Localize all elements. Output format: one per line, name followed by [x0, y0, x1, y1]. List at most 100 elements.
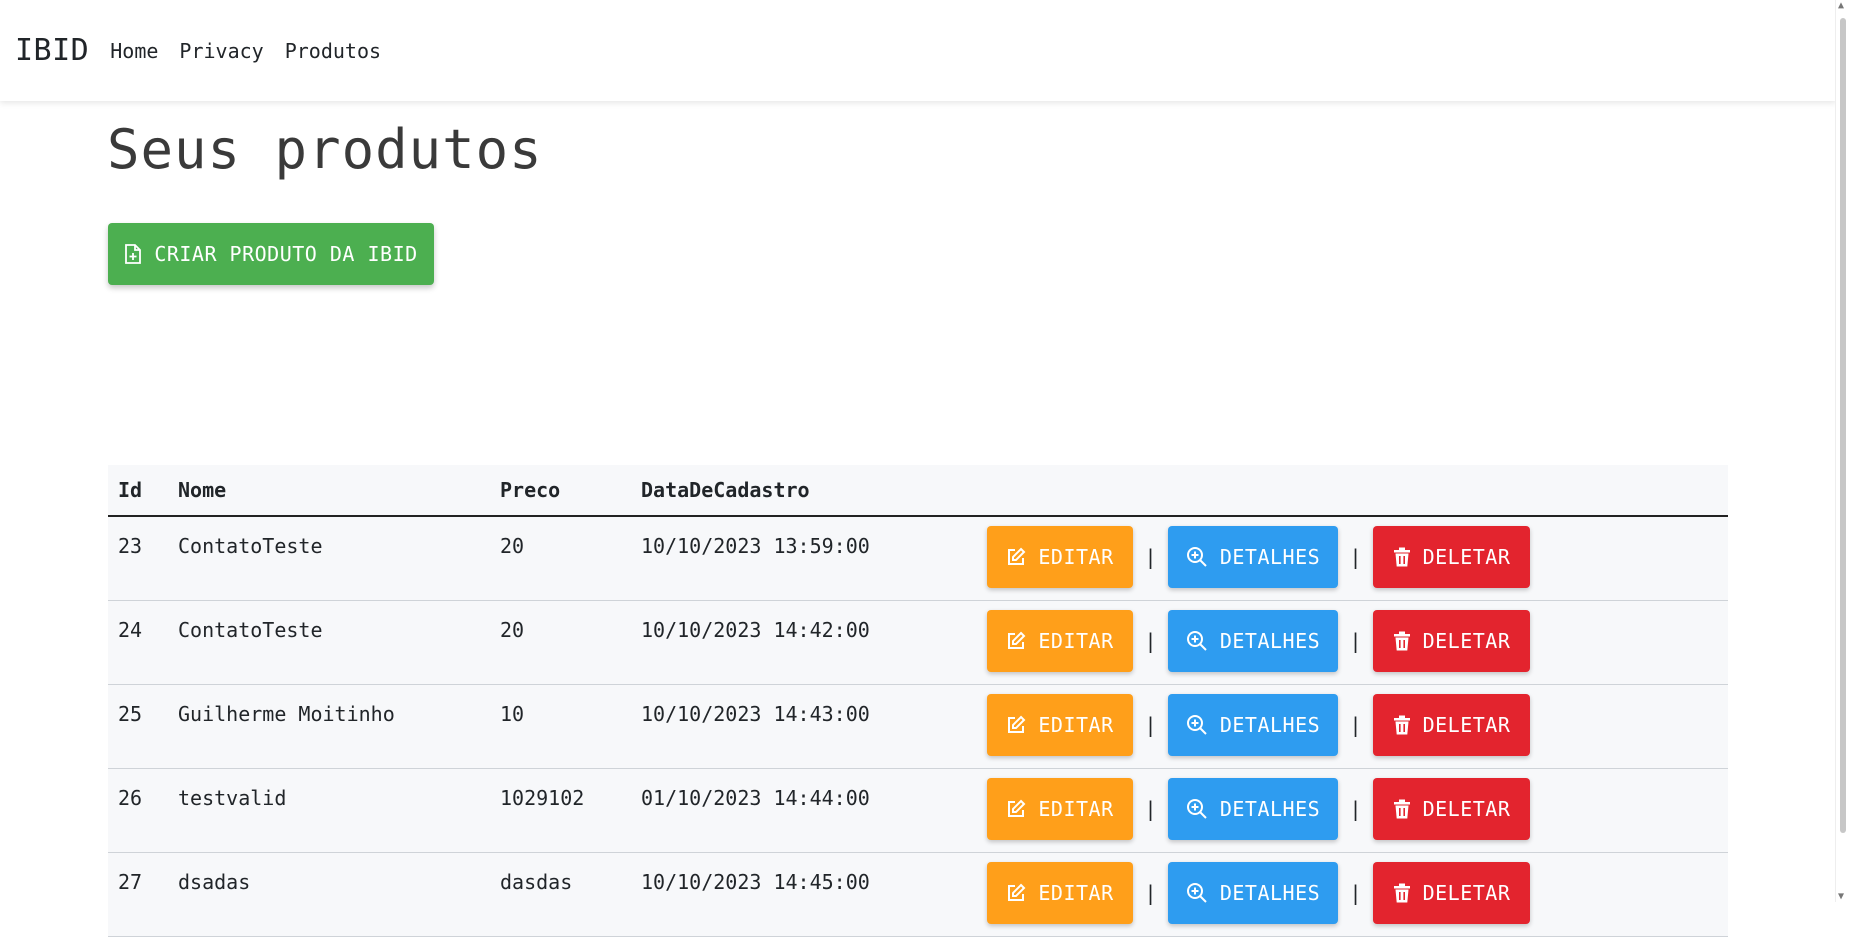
- scroll-up-arrow-icon[interactable]: ▲: [1838, 0, 1844, 11]
- products-table: Id Nome Preco DataDeCadastro 23 ContatoT…: [108, 465, 1728, 937]
- nav-link-produtos[interactable]: Produtos: [285, 39, 381, 63]
- brand-logo[interactable]: IBID: [15, 33, 89, 68]
- trash-icon: [1393, 547, 1411, 567]
- column-header-nome: Nome: [168, 465, 490, 517]
- trash-icon: [1393, 715, 1411, 735]
- cell-data: 01/10/2023 14:44:00: [631, 768, 977, 853]
- delete-label: DELETAR: [1422, 797, 1511, 821]
- delete-button[interactable]: DELETAR: [1373, 610, 1530, 672]
- separator: |: [1144, 713, 1157, 737]
- cell-preco: 20: [490, 516, 631, 601]
- zoom-in-icon: [1186, 714, 1208, 736]
- separator: |: [1349, 713, 1362, 737]
- column-header-actions: [977, 465, 1728, 517]
- column-header-preco: Preco: [490, 465, 631, 517]
- edit-label: EDITAR: [1038, 545, 1114, 569]
- cell-preco: 20: [490, 600, 631, 685]
- column-header-data: DataDeCadastro: [631, 465, 977, 517]
- edit-label: EDITAR: [1038, 881, 1114, 905]
- edit-icon: [1006, 799, 1026, 819]
- trash-icon: [1393, 631, 1411, 651]
- cell-nome: ContatoTeste: [168, 600, 490, 685]
- cell-nome: dsadas: [168, 852, 490, 937]
- cell-id: 23: [108, 516, 168, 601]
- cell-id: 27: [108, 852, 168, 937]
- vertical-scrollbar[interactable]: ▲ ▼: [1835, 0, 1850, 902]
- edit-label: EDITAR: [1038, 797, 1114, 821]
- delete-label: DELETAR: [1422, 629, 1511, 653]
- cell-preco: 1029102: [490, 768, 631, 853]
- cell-id: 24: [108, 600, 168, 685]
- zoom-in-icon: [1186, 630, 1208, 652]
- edit-button[interactable]: EDITAR: [987, 778, 1133, 840]
- cell-nome: Guilherme Moitinho: [168, 684, 490, 769]
- edit-icon: [1006, 715, 1026, 735]
- details-label: DETALHES: [1219, 797, 1321, 821]
- cell-id: 26: [108, 768, 168, 853]
- cell-nome: ContatoTeste: [168, 516, 490, 601]
- details-label: DETALHES: [1219, 629, 1321, 653]
- navbar: IBID Home Privacy Produtos: [0, 0, 1836, 101]
- table-row: 24 ContatoTeste 20 10/10/2023 14:42:00 E…: [108, 600, 1728, 685]
- zoom-in-icon: [1186, 882, 1208, 904]
- cell-preco: 10: [490, 684, 631, 769]
- details-button[interactable]: DETALHES: [1168, 610, 1338, 672]
- separator: |: [1144, 797, 1157, 821]
- create-product-button[interactable]: CRIAR PRODUTO DA IBID: [108, 223, 434, 285]
- separator: |: [1144, 881, 1157, 905]
- details-button[interactable]: DETALHES: [1168, 862, 1338, 924]
- separator: |: [1144, 545, 1157, 569]
- table-row: 25 Guilherme Moitinho 10 10/10/2023 14:4…: [108, 684, 1728, 769]
- trash-icon: [1393, 883, 1411, 903]
- delete-button[interactable]: DELETAR: [1373, 694, 1530, 756]
- cell-data: 10/10/2023 13:59:00: [631, 516, 977, 601]
- edit-icon: [1006, 883, 1026, 903]
- edit-icon: [1006, 631, 1026, 651]
- edit-label: EDITAR: [1038, 713, 1114, 737]
- cell-actions: EDITAR | DETALHES | DELETAR: [977, 852, 1728, 937]
- cell-id: 25: [108, 684, 168, 769]
- separator: |: [1349, 629, 1362, 653]
- edit-button[interactable]: EDITAR: [987, 862, 1133, 924]
- nav-link-privacy[interactable]: Privacy: [179, 39, 263, 63]
- details-button[interactable]: DETALHES: [1168, 526, 1338, 588]
- edit-icon: [1006, 547, 1026, 567]
- zoom-in-icon: [1186, 546, 1208, 568]
- details-button[interactable]: DETALHES: [1168, 694, 1338, 756]
- create-product-label: CRIAR PRODUTO DA IBID: [154, 242, 418, 266]
- separator: |: [1349, 881, 1362, 905]
- details-button[interactable]: DETALHES: [1168, 778, 1338, 840]
- cell-data: 10/10/2023 14:45:00: [631, 852, 977, 937]
- edit-button[interactable]: EDITAR: [987, 610, 1133, 672]
- file-plus-icon: [124, 244, 142, 264]
- edit-label: EDITAR: [1038, 629, 1114, 653]
- separator: |: [1144, 629, 1157, 653]
- details-label: DETALHES: [1219, 881, 1321, 905]
- edit-button[interactable]: EDITAR: [987, 694, 1133, 756]
- table-header-row: Id Nome Preco DataDeCadastro: [108, 465, 1728, 517]
- scroll-down-arrow-icon[interactable]: ▼: [1838, 891, 1844, 902]
- cell-data: 10/10/2023 14:42:00: [631, 600, 977, 685]
- delete-button[interactable]: DELETAR: [1373, 778, 1530, 840]
- details-label: DETALHES: [1219, 545, 1321, 569]
- nav-link-home[interactable]: Home: [110, 39, 158, 63]
- cell-nome: testvalid: [168, 768, 490, 853]
- cell-data: 10/10/2023 14:43:00: [631, 684, 977, 769]
- column-header-id: Id: [108, 465, 168, 517]
- cell-actions: EDITAR | DETALHES | DELETAR: [977, 600, 1728, 685]
- table-row: 26 testvalid 1029102 01/10/2023 14:44:00…: [108, 768, 1728, 853]
- scrollbar-thumb[interactable]: [1840, 18, 1846, 833]
- delete-button[interactable]: DELETAR: [1373, 862, 1530, 924]
- delete-button[interactable]: DELETAR: [1373, 526, 1530, 588]
- table-row: 23 ContatoTeste 20 10/10/2023 13:59:00 E…: [108, 516, 1728, 601]
- cell-preco: dasdas: [490, 852, 631, 937]
- zoom-in-icon: [1186, 798, 1208, 820]
- edit-button[interactable]: EDITAR: [987, 526, 1133, 588]
- details-label: DETALHES: [1219, 713, 1321, 737]
- cell-actions: EDITAR | DETALHES | DELETAR: [977, 684, 1728, 769]
- trash-icon: [1393, 799, 1411, 819]
- cell-actions: EDITAR | DETALHES | DELETAR: [977, 768, 1728, 853]
- delete-label: DELETAR: [1422, 545, 1511, 569]
- separator: |: [1349, 797, 1362, 821]
- delete-label: DELETAR: [1422, 881, 1511, 905]
